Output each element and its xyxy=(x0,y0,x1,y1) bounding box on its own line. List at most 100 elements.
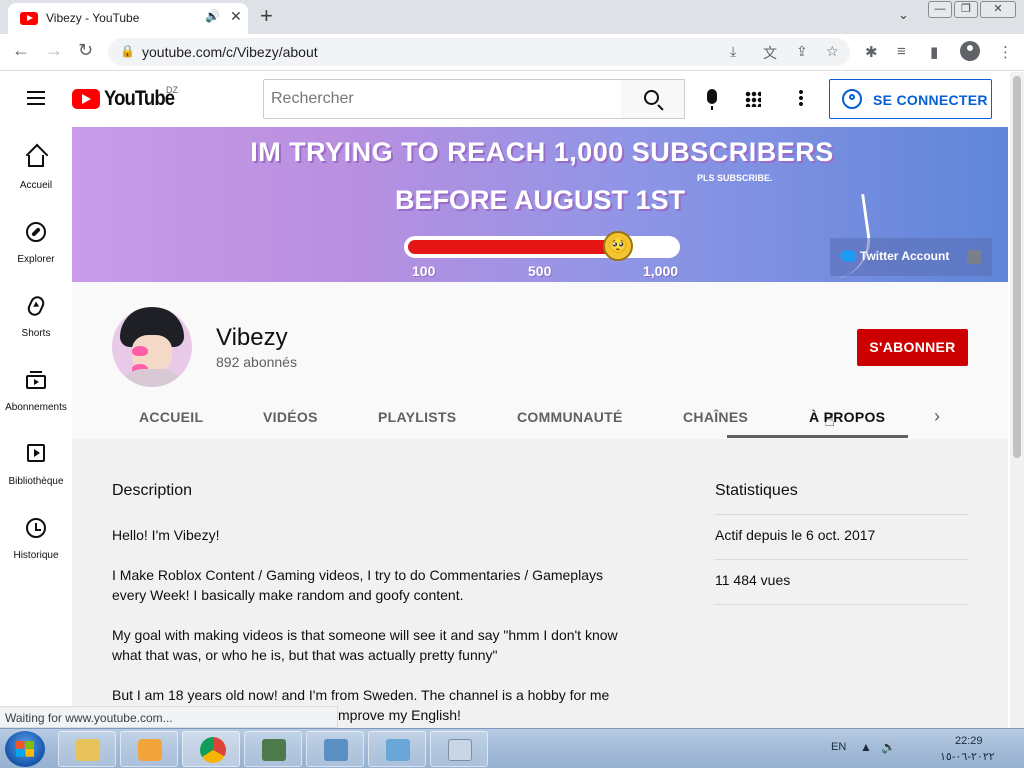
hamburger-menu-icon[interactable] xyxy=(27,91,45,105)
browser-tabstrip: Vibezy - YouTube 🔊 ✕ + ⌄ — ❐ ✕ xyxy=(0,0,1024,34)
back-arrow-icon[interactable]: ← xyxy=(12,40,30,61)
media-queue-icon[interactable]: ≡ xyxy=(897,43,906,60)
twitter-bird-icon xyxy=(840,250,856,262)
tab-community[interactable]: COMMUNAUTÉ xyxy=(517,409,623,425)
youtube-wordmark[interactable]: YouTube xyxy=(104,87,175,111)
channel-avatar[interactable] xyxy=(112,307,192,387)
guide-label: Explorer xyxy=(17,254,55,265)
subscriber-progress-bar xyxy=(404,236,680,258)
settings-more-icon[interactable] xyxy=(799,89,803,107)
country-code: DZ xyxy=(166,85,178,95)
taskbar-chrome[interactable] xyxy=(182,731,240,767)
picture-viewer-icon xyxy=(324,739,348,761)
microphone-icon[interactable] xyxy=(707,89,717,110)
tab-about[interactable]: À PROPOS xyxy=(809,409,885,425)
chevron-right-icon[interactable]: › xyxy=(934,406,940,427)
tab-playlists[interactable]: PLAYLISTS xyxy=(378,409,456,425)
progress-tick-label: 500 xyxy=(528,263,552,279)
about-section: Description Hello! I'm Vibezy! I Make Ro… xyxy=(72,438,1008,728)
tab-channels[interactable]: CHAÎNES xyxy=(683,409,748,425)
close-window-button[interactable]: ✕ xyxy=(980,1,1016,18)
tab-videos[interactable]: VIDÉOS xyxy=(263,409,318,425)
taskbar-app-4[interactable] xyxy=(244,731,302,767)
description-paragraph: Hello! I'm Vibezy! xyxy=(112,527,220,543)
address-bar[interactable]: 🔒 youtube.com/c/Vibezy/about ⤓ 文 ⇪ ☆ xyxy=(108,38,850,66)
taskbar-app-6[interactable] xyxy=(368,731,426,767)
channel-banner: IM TRYING TO REACH 1,000 SUBSCRIBERS PLS… xyxy=(72,127,1008,282)
shorts-icon xyxy=(25,293,47,319)
taskbar-app-5[interactable] xyxy=(306,731,364,767)
restore-button[interactable]: ❐ xyxy=(954,1,978,18)
clock-date[interactable]: ٢٠٢٢-٠٦-١٥ xyxy=(940,750,995,763)
taskbar-explorer[interactable] xyxy=(58,731,116,767)
tab-close-icon[interactable]: ✕ xyxy=(230,8,242,25)
roblox-icon[interactable] xyxy=(967,250,981,264)
taskbar-app-7[interactable] xyxy=(430,731,488,767)
guide-item-subscriptions[interactable]: Abonnements xyxy=(0,349,72,423)
language-indicator[interactable]: EN xyxy=(831,741,846,753)
volume-icon[interactable]: 🔊 xyxy=(881,740,896,754)
forward-arrow-icon[interactable]: → xyxy=(45,40,63,61)
show-hidden-icons-icon[interactable]: ▲ xyxy=(860,740,872,754)
windows-taskbar: EN ▲ 🔊 22:29 ٢٠٢٢-٠٦-١٥ xyxy=(0,728,1024,768)
lock-icon[interactable]: 🔒 xyxy=(120,44,135,58)
guide-item-home[interactable]: Accueil xyxy=(0,127,72,201)
home-icon xyxy=(28,155,44,167)
url-text[interactable]: youtube.com/c/Vibezy/about xyxy=(142,44,318,60)
guide-item-history[interactable]: Historique xyxy=(0,497,72,571)
twitter-link-label: Twitter Account xyxy=(860,249,950,263)
translate-icon[interactable]: 文 xyxy=(763,43,777,63)
search-box[interactable] xyxy=(263,79,622,119)
youtube-logo-icon[interactable] xyxy=(72,89,100,109)
share-icon[interactable]: ⇪ xyxy=(796,43,808,60)
install-icon[interactable]: ⤓ xyxy=(730,43,736,60)
browser-menu-icon[interactable]: ⋮ xyxy=(998,43,1013,61)
account-circle-icon xyxy=(842,89,862,109)
channel-header: Vibezy 892 abonnés S'ABONNER ACCUEIL VID… xyxy=(72,282,1008,438)
tab-search-chevron-down-icon[interactable]: ⌄ xyxy=(898,7,909,23)
tab-home[interactable]: ACCUEIL xyxy=(139,409,203,425)
guide-item-explore[interactable]: Explorer xyxy=(0,201,72,275)
page-scrollbar[interactable] xyxy=(1010,72,1024,728)
new-tab-icon[interactable]: + xyxy=(260,3,273,29)
chrome-icon xyxy=(200,737,226,763)
profile-avatar-icon[interactable] xyxy=(960,41,980,61)
search-button[interactable] xyxy=(621,79,685,119)
progress-fill xyxy=(408,240,617,254)
sign-in-button[interactable]: SE CONNECTER xyxy=(829,79,992,119)
progress-tick-label: 100 xyxy=(412,263,436,279)
minimize-button[interactable]: — xyxy=(928,1,952,18)
guide-label: Abonnements xyxy=(5,402,67,413)
taskbar-media-player[interactable] xyxy=(120,731,178,767)
guide-item-shorts[interactable]: Shorts xyxy=(0,275,72,349)
joined-date: Actif depuis le 6 oct. 2017 xyxy=(715,527,876,543)
library-icon xyxy=(27,444,45,462)
hand-cursor-icon: ☝ xyxy=(824,410,835,430)
side-panel-icon[interactable]: ▮ xyxy=(930,43,938,61)
guide-item-library[interactable]: Bibliothèque xyxy=(0,423,72,497)
tab-audio-icon[interactable]: 🔊 xyxy=(205,9,220,23)
twitter-account-link[interactable]: Twitter Account xyxy=(830,238,992,276)
apps-grid-icon[interactable] xyxy=(745,91,761,107)
browser-tab[interactable]: Vibezy - YouTube 🔊 ✕ xyxy=(8,3,248,34)
subscribe-button[interactable]: S'ABONNER xyxy=(857,329,968,366)
search-input[interactable] xyxy=(264,80,621,118)
start-button[interactable] xyxy=(5,731,45,767)
browser-status-bubble: Waiting for www.youtube.com... xyxy=(0,706,338,728)
bookmark-star-icon[interactable]: ☆ xyxy=(826,43,839,60)
description-heading: Description xyxy=(112,482,193,499)
extensions-puzzle-icon[interactable]: ✱ xyxy=(865,43,878,61)
emoji-icon: 🥺 xyxy=(603,231,633,261)
statistics-heading: Statistiques xyxy=(715,482,798,499)
description-paragraph: But I am 18 years old now! and I'm from … xyxy=(112,687,610,703)
banner-headline: IM TRYING TO REACH 1,000 SUBSCRIBERS xyxy=(250,137,834,167)
clock-time[interactable]: 22:29 xyxy=(955,735,983,747)
terminal-icon xyxy=(262,739,286,761)
folder-icon xyxy=(76,739,100,761)
description-paragraph: My goal with making videos is that someo… xyxy=(112,627,618,663)
subscriber-count: 892 abonnés xyxy=(216,354,297,370)
reload-icon[interactable]: ↻ xyxy=(78,40,93,61)
scrollbar-thumb[interactable] xyxy=(1013,76,1021,458)
heart-glasses-icon xyxy=(132,343,174,374)
mini-guide: Accueil Explorer Shorts Abonnements Bibl… xyxy=(0,127,72,728)
